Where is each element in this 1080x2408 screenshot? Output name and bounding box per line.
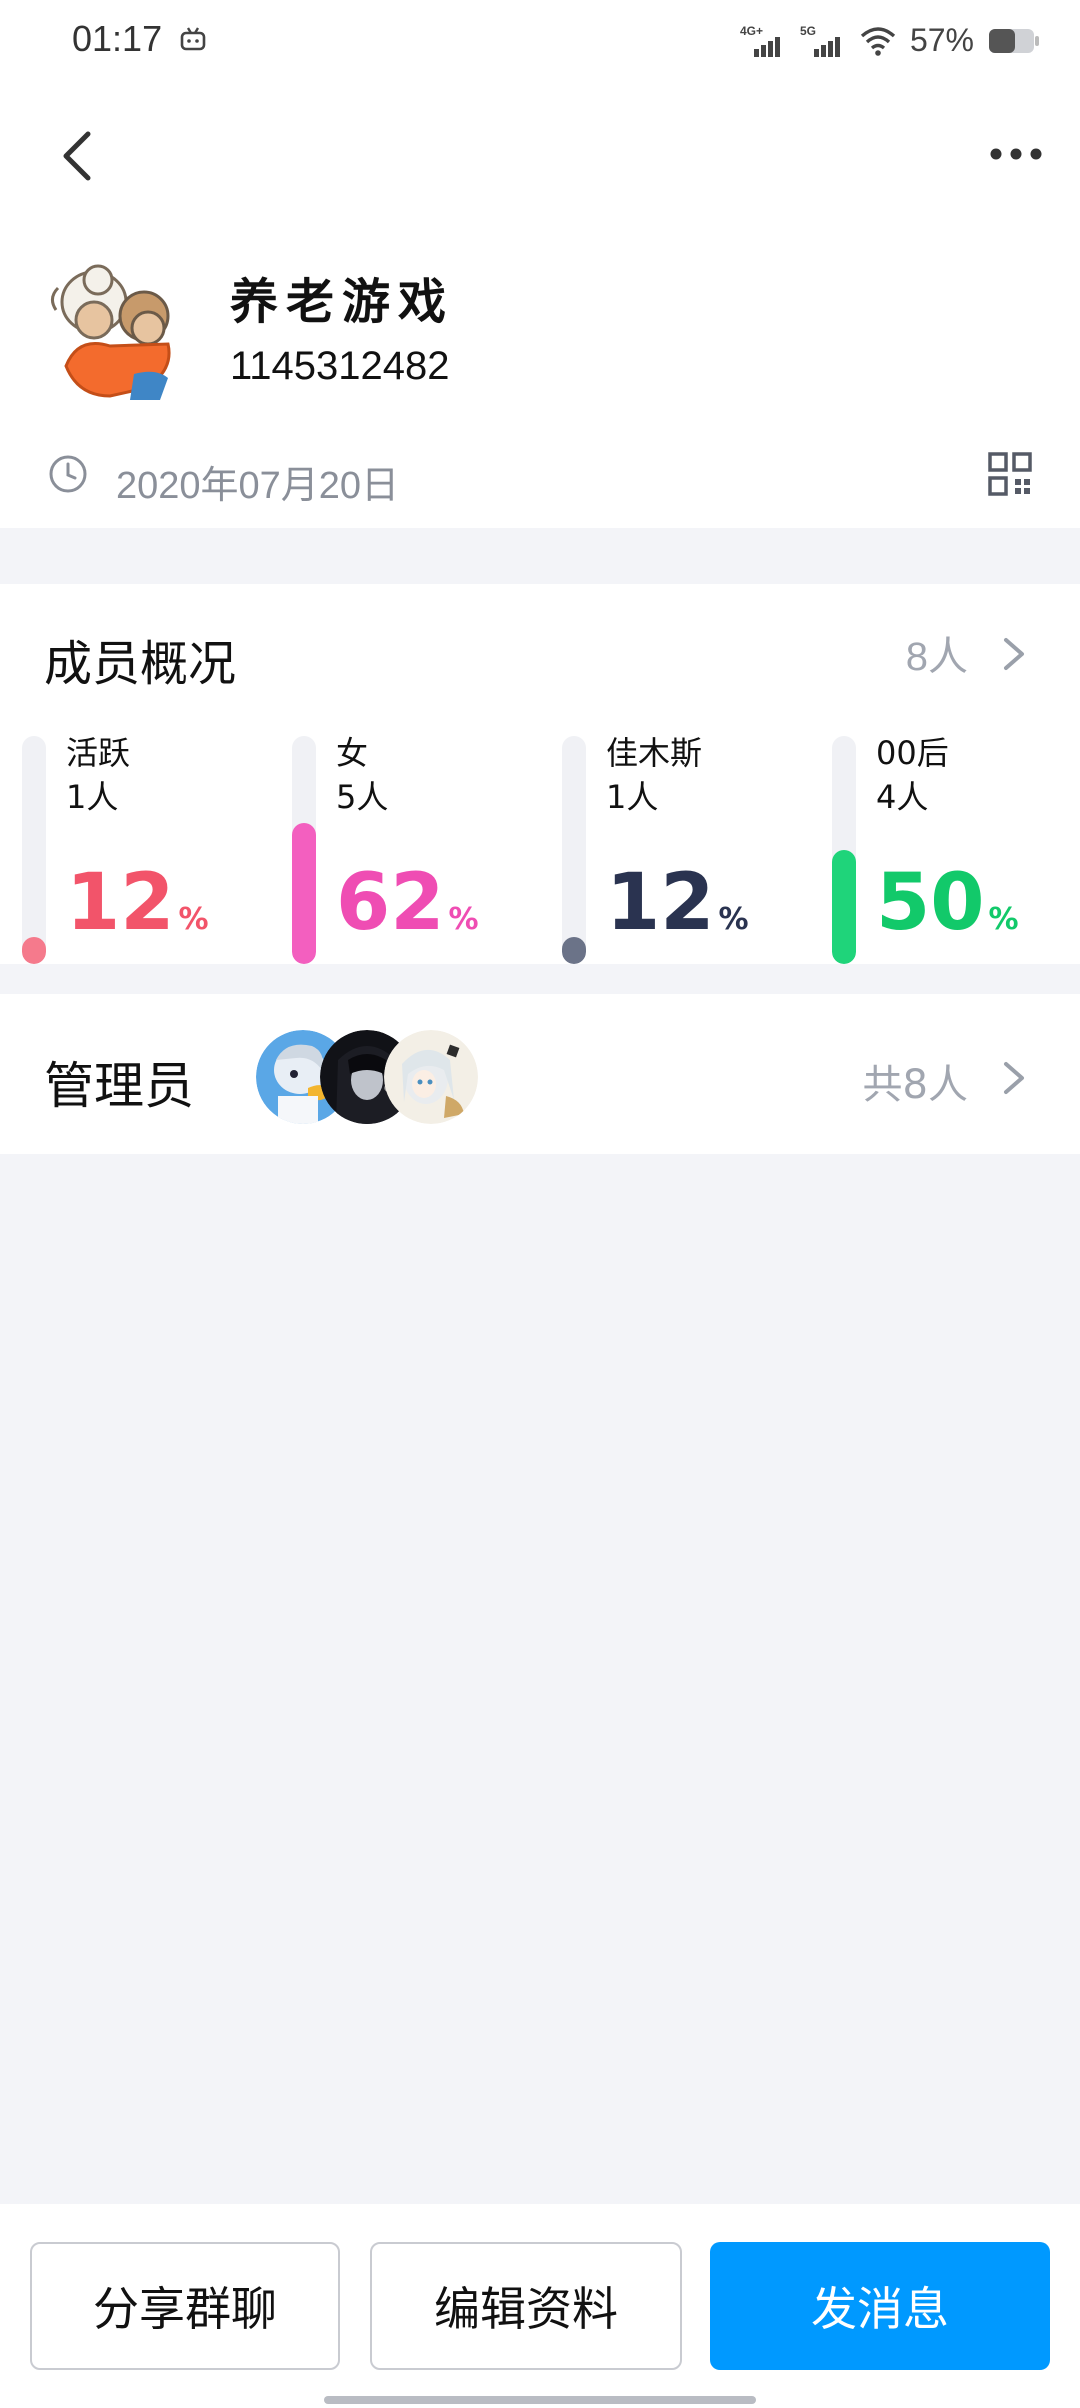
home-indicator[interactable] xyxy=(324,2396,756,2404)
stat-bar-fill xyxy=(562,937,586,964)
stat-bar-track xyxy=(22,736,46,964)
stat-percent-value: 62 xyxy=(336,858,445,948)
member-overview-title: 成员概况 xyxy=(44,636,237,692)
stat-bar-track xyxy=(562,736,586,964)
signal-4g-icon: 4G+ xyxy=(740,24,780,57)
status-indicators: 4G+ 5G 57% xyxy=(740,22,1040,59)
battery-percent: 57% xyxy=(909,22,974,58)
stat-percent-sign: % xyxy=(448,902,479,937)
admin-avatar[interactable] xyxy=(384,1030,478,1124)
chevron-right-icon xyxy=(1004,1062,1024,1094)
stat-count: 1人 xyxy=(606,778,659,816)
stat-percent: 12% xyxy=(66,864,209,942)
stat-count: 1人 xyxy=(66,778,119,816)
stat-percent: 12% xyxy=(606,864,749,942)
admin-count: 共8人 xyxy=(862,1062,968,1108)
stat-percent: 62% xyxy=(336,864,479,942)
edit-profile-button[interactable]: 编辑资料 xyxy=(370,2242,682,2370)
stat-count: 4人 xyxy=(876,778,929,816)
stat-percent-value: 12 xyxy=(66,858,175,948)
stat-label: 女 xyxy=(336,734,369,772)
stat-label: 活跃 xyxy=(66,734,131,772)
stat-location: 佳木斯 1人 12% xyxy=(562,728,822,964)
stat-active: 活跃 1人 12% xyxy=(22,728,282,964)
wifi-icon xyxy=(860,26,896,56)
status-bar: 01:17 4G+ 5G 57% xyxy=(0,0,1080,84)
stat-bar-track xyxy=(292,736,316,964)
tv-icon xyxy=(180,27,206,51)
profile-header-section: 01:17 4G+ 5G 57% 养老游戏 1145312482 2020年07… xyxy=(0,0,1080,528)
created-date: 2020年07月20日 xyxy=(116,465,400,507)
svg-text:5G: 5G xyxy=(800,24,816,38)
admin-title: 管理员 xyxy=(44,1057,194,1115)
stat-bar-fill xyxy=(22,937,46,964)
qr-code-icon[interactable] xyxy=(988,452,1032,496)
group-name: 养老游戏 xyxy=(230,274,455,330)
stat-bar-track xyxy=(832,736,856,964)
more-options-button[interactable] xyxy=(988,140,1044,168)
chevron-right-icon xyxy=(1004,638,1024,670)
signal-5g-icon: 5G xyxy=(800,24,840,57)
stat-percent-value: 12 xyxy=(606,858,715,948)
stat-bar-fill xyxy=(832,850,856,964)
bottom-action-bar: 分享群聊 编辑资料 发消息 xyxy=(0,2204,1080,2408)
stat-label: 佳木斯 xyxy=(606,734,703,772)
stat-percent-sign: % xyxy=(988,902,1019,937)
send-message-button[interactable]: 发消息 xyxy=(710,2242,1050,2370)
member-count: 8人 xyxy=(905,635,968,679)
stat-age: 00后 4人 50% xyxy=(832,728,1080,964)
stat-percent-value: 50 xyxy=(876,858,985,948)
created-date-row: 2020年07月20日 xyxy=(48,452,1032,512)
clock-icon xyxy=(49,455,87,493)
group-avatar[interactable] xyxy=(48,258,184,404)
stat-percent-sign: % xyxy=(178,902,209,937)
stat-female: 女 5人 62% xyxy=(292,728,552,964)
stat-label: 00后 xyxy=(876,734,949,772)
stat-percent: 50% xyxy=(876,864,1019,942)
stat-percent-sign: % xyxy=(718,902,749,937)
group-id: 1145312482 xyxy=(230,344,450,388)
stat-bar-fill xyxy=(292,823,316,964)
member-overview-card[interactable]: 成员概况 8人 活跃 1人 12% 女 5人 62% 佳木斯 1人 12% 00… xyxy=(0,584,1080,964)
share-group-button[interactable]: 分享群聊 xyxy=(30,2242,340,2370)
svg-text:4G+: 4G+ xyxy=(740,24,763,38)
admin-row[interactable]: 管理员 共8人 xyxy=(0,994,1080,1154)
stat-count: 5人 xyxy=(336,778,389,816)
back-button[interactable] xyxy=(56,126,100,186)
battery-icon xyxy=(989,28,1039,53)
status-time: 01:17 xyxy=(72,18,163,59)
